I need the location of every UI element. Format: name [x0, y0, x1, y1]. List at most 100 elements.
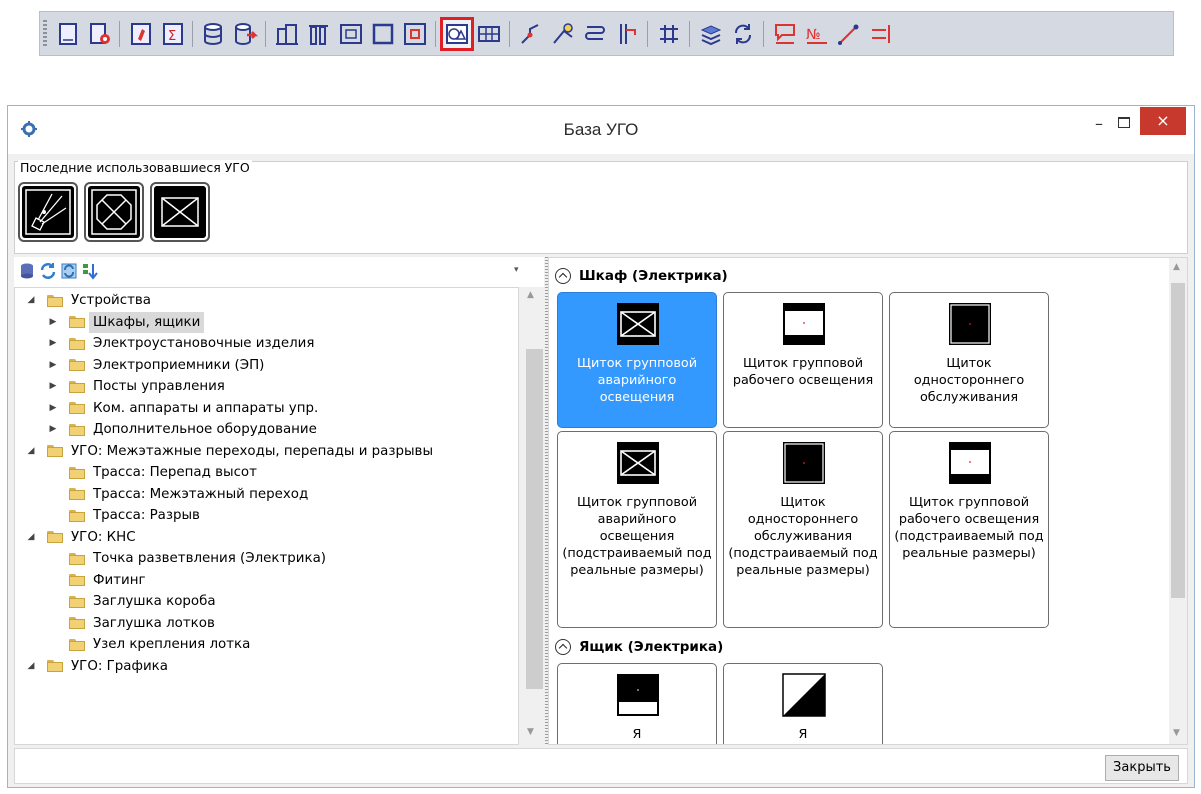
scroll-up-icon[interactable]: ▲: [1173, 262, 1180, 272]
tree-item[interactable]: Трасса: Межэтажный переход: [47, 484, 308, 505]
sheet-settings-icon[interactable]: [85, 19, 115, 49]
database-icon[interactable]: [198, 19, 228, 49]
sort-icon[interactable]: [81, 262, 99, 280]
collapse-arrow-icon[interactable]: ◢: [25, 290, 37, 311]
scroll-down-icon[interactable]: ▼: [527, 727, 534, 737]
folder-icon: [69, 402, 85, 414]
expand-arrow-icon[interactable]: ▶: [47, 419, 59, 440]
collapse-arrow-icon[interactable]: ◢: [25, 656, 37, 677]
collapse-arrow-icon[interactable]: ◢: [25, 527, 37, 548]
tree-item[interactable]: ▶ Шкафы, ящики: [47, 311, 205, 333]
tree-item[interactable]: Заглушка лотков: [47, 613, 215, 634]
label-icon[interactable]: [770, 19, 800, 49]
symbol-label: Щиток групповой аварийного освещения: [576, 356, 698, 405]
maximize-button[interactable]: [1114, 114, 1134, 134]
gallery-scroll-thumb[interactable]: [1171, 283, 1185, 598]
symbol-tile[interactable]: Щиток групповой рабочего освещения: [723, 292, 883, 428]
tree-item-label: Трасса: Межэтажный переход: [93, 486, 309, 502]
tree-item[interactable]: ◢ УГО: Графика: [25, 656, 168, 677]
expand-arrow-icon[interactable]: ▶: [47, 333, 59, 354]
tree-item[interactable]: Заглушка короба: [47, 591, 216, 612]
tree-item[interactable]: ◢ Устройства: [25, 290, 151, 311]
close-window-button[interactable]: ×: [1140, 107, 1186, 135]
refresh-all-icon[interactable]: [60, 262, 78, 280]
toolbar-separator: [509, 21, 510, 47]
toolbar-grip[interactable]: [43, 20, 47, 48]
cable-icon[interactable]: [548, 19, 578, 49]
align-icon[interactable]: [866, 19, 896, 49]
symbol-tile[interactable]: Щиток одностороннего обслуживания (подст…: [723, 431, 883, 628]
tree-scrollbar[interactable]: ▲ ▼: [519, 287, 544, 745]
measure-icon[interactable]: [834, 19, 864, 49]
gallery-scrollbar[interactable]: ▲ ▼: [1169, 258, 1187, 744]
tree-item[interactable]: ▶ Ком. аппараты и аппараты упр.: [47, 398, 319, 419]
tree-item[interactable]: ▶ Электроустановочные изделия: [47, 333, 315, 354]
expand-arrow-icon[interactable]: ▶: [47, 398, 59, 419]
symbol-tile[interactable]: Щиток групповой аварийного освещения (по…: [557, 431, 717, 628]
sheet-icon[interactable]: [53, 19, 83, 49]
symbol-tile[interactable]: Щиток групповой аварийного освещения: [557, 292, 717, 428]
tree-scroll-thumb[interactable]: [526, 349, 543, 689]
close-button[interactable]: Закрыть: [1105, 755, 1179, 781]
tree-item[interactable]: ▶ Посты управления: [47, 376, 225, 397]
terminal-icon[interactable]: [654, 19, 684, 49]
sum-spec-icon[interactable]: Σ: [158, 19, 188, 49]
symbol-tile[interactable]: Я: [723, 663, 883, 744]
database-icon[interactable]: [18, 262, 36, 280]
line-route-icon[interactable]: [516, 19, 546, 49]
tree-item[interactable]: Точка разветвления (Электрика): [47, 548, 326, 569]
collapse-arrow-icon[interactable]: ◢: [25, 441, 37, 462]
symbol-tile[interactable]: Щиток групповой рабочего освещения (подс…: [889, 431, 1049, 628]
collapse-chevron-icon[interactable]: [555, 639, 571, 655]
expand-arrow-icon[interactable]: ▶: [47, 376, 59, 397]
svg-text:Σ: Σ: [168, 29, 176, 44]
scroll-down-icon[interactable]: ▼: [1173, 728, 1180, 738]
tree-item[interactable]: Трасса: Перепад высот: [47, 462, 257, 483]
symbol-label: Щиток одностороннего обслуживания (подст…: [728, 495, 878, 578]
symbol-tile[interactable]: Я: [557, 663, 717, 744]
folder-icon: [69, 359, 85, 371]
edit-spec-icon[interactable]: [126, 19, 156, 49]
recent-ugo-item[interactable]: [150, 182, 210, 242]
building-icon[interactable]: [272, 19, 302, 49]
scroll-up-icon[interactable]: ▲: [527, 290, 534, 300]
minimize-button[interactable]: –: [1089, 114, 1109, 134]
tree-item[interactable]: Фитинг: [47, 570, 146, 591]
tree-item[interactable]: Трасса: Разрыв: [47, 505, 200, 526]
wave-icon[interactable]: [580, 19, 610, 49]
expand-arrow-icon[interactable]: ▶: [47, 355, 59, 376]
collapse-chevron-icon[interactable]: [555, 268, 571, 284]
database-export-icon[interactable]: [230, 19, 260, 49]
grid-icon[interactable]: [474, 19, 504, 49]
sync-icon[interactable]: [728, 19, 758, 49]
tree-item[interactable]: ◢ УГО: КНС: [25, 527, 136, 548]
category-header[interactable]: Ящик (Электрика): [555, 636, 723, 658]
columns-icon[interactable]: [304, 19, 334, 49]
recent-ugo-item[interactable]: [18, 182, 78, 242]
symbol-label: Я: [798, 727, 808, 742]
title-bar[interactable]: База УГО – ×: [8, 106, 1194, 154]
numbering-icon[interactable]: №: [802, 19, 832, 49]
recent-ugo-item[interactable]: [84, 182, 144, 242]
tree-item-label: Шкафы, ящики: [89, 311, 205, 333]
stack-icon[interactable]: [696, 19, 726, 49]
tree-item[interactable]: ▶ Электроприемники (ЭП): [47, 355, 265, 376]
refresh-icon[interactable]: [39, 262, 57, 280]
room-fixed-icon[interactable]: [400, 19, 430, 49]
ugo-base-icon[interactable]: [440, 17, 474, 51]
folder-icon: [69, 574, 85, 586]
rectangle-icon[interactable]: [368, 19, 398, 49]
tree-item-label: Ком. аппараты и аппараты упр.: [93, 400, 319, 416]
tree-item[interactable]: ◢ УГО: Межэтажные переходы, перепады и ра…: [25, 441, 434, 462]
category-header[interactable]: Шкаф (Электрика): [555, 265, 728, 287]
expand-arrow-icon[interactable]: ▶: [47, 312, 59, 333]
tree-item[interactable]: Узел крепления лотка: [47, 634, 250, 655]
room-icon[interactable]: [336, 19, 366, 49]
toolbar-overflow-icon[interactable]: ▾: [514, 265, 519, 275]
symbol-tile[interactable]: Щиток одностороннего обслуживания: [889, 292, 1049, 428]
riser-icon[interactable]: [612, 19, 642, 49]
tree-item[interactable]: ▶ Дополнительное оборудование: [47, 419, 317, 440]
tree-item-label: Фитинг: [93, 572, 146, 588]
tree-pane: ▾ ◢ Устройства ▶ Шкафы, ящики ▶ Электроустано…: [14, 257, 544, 745]
symbol-thumbnail: [615, 440, 661, 486]
